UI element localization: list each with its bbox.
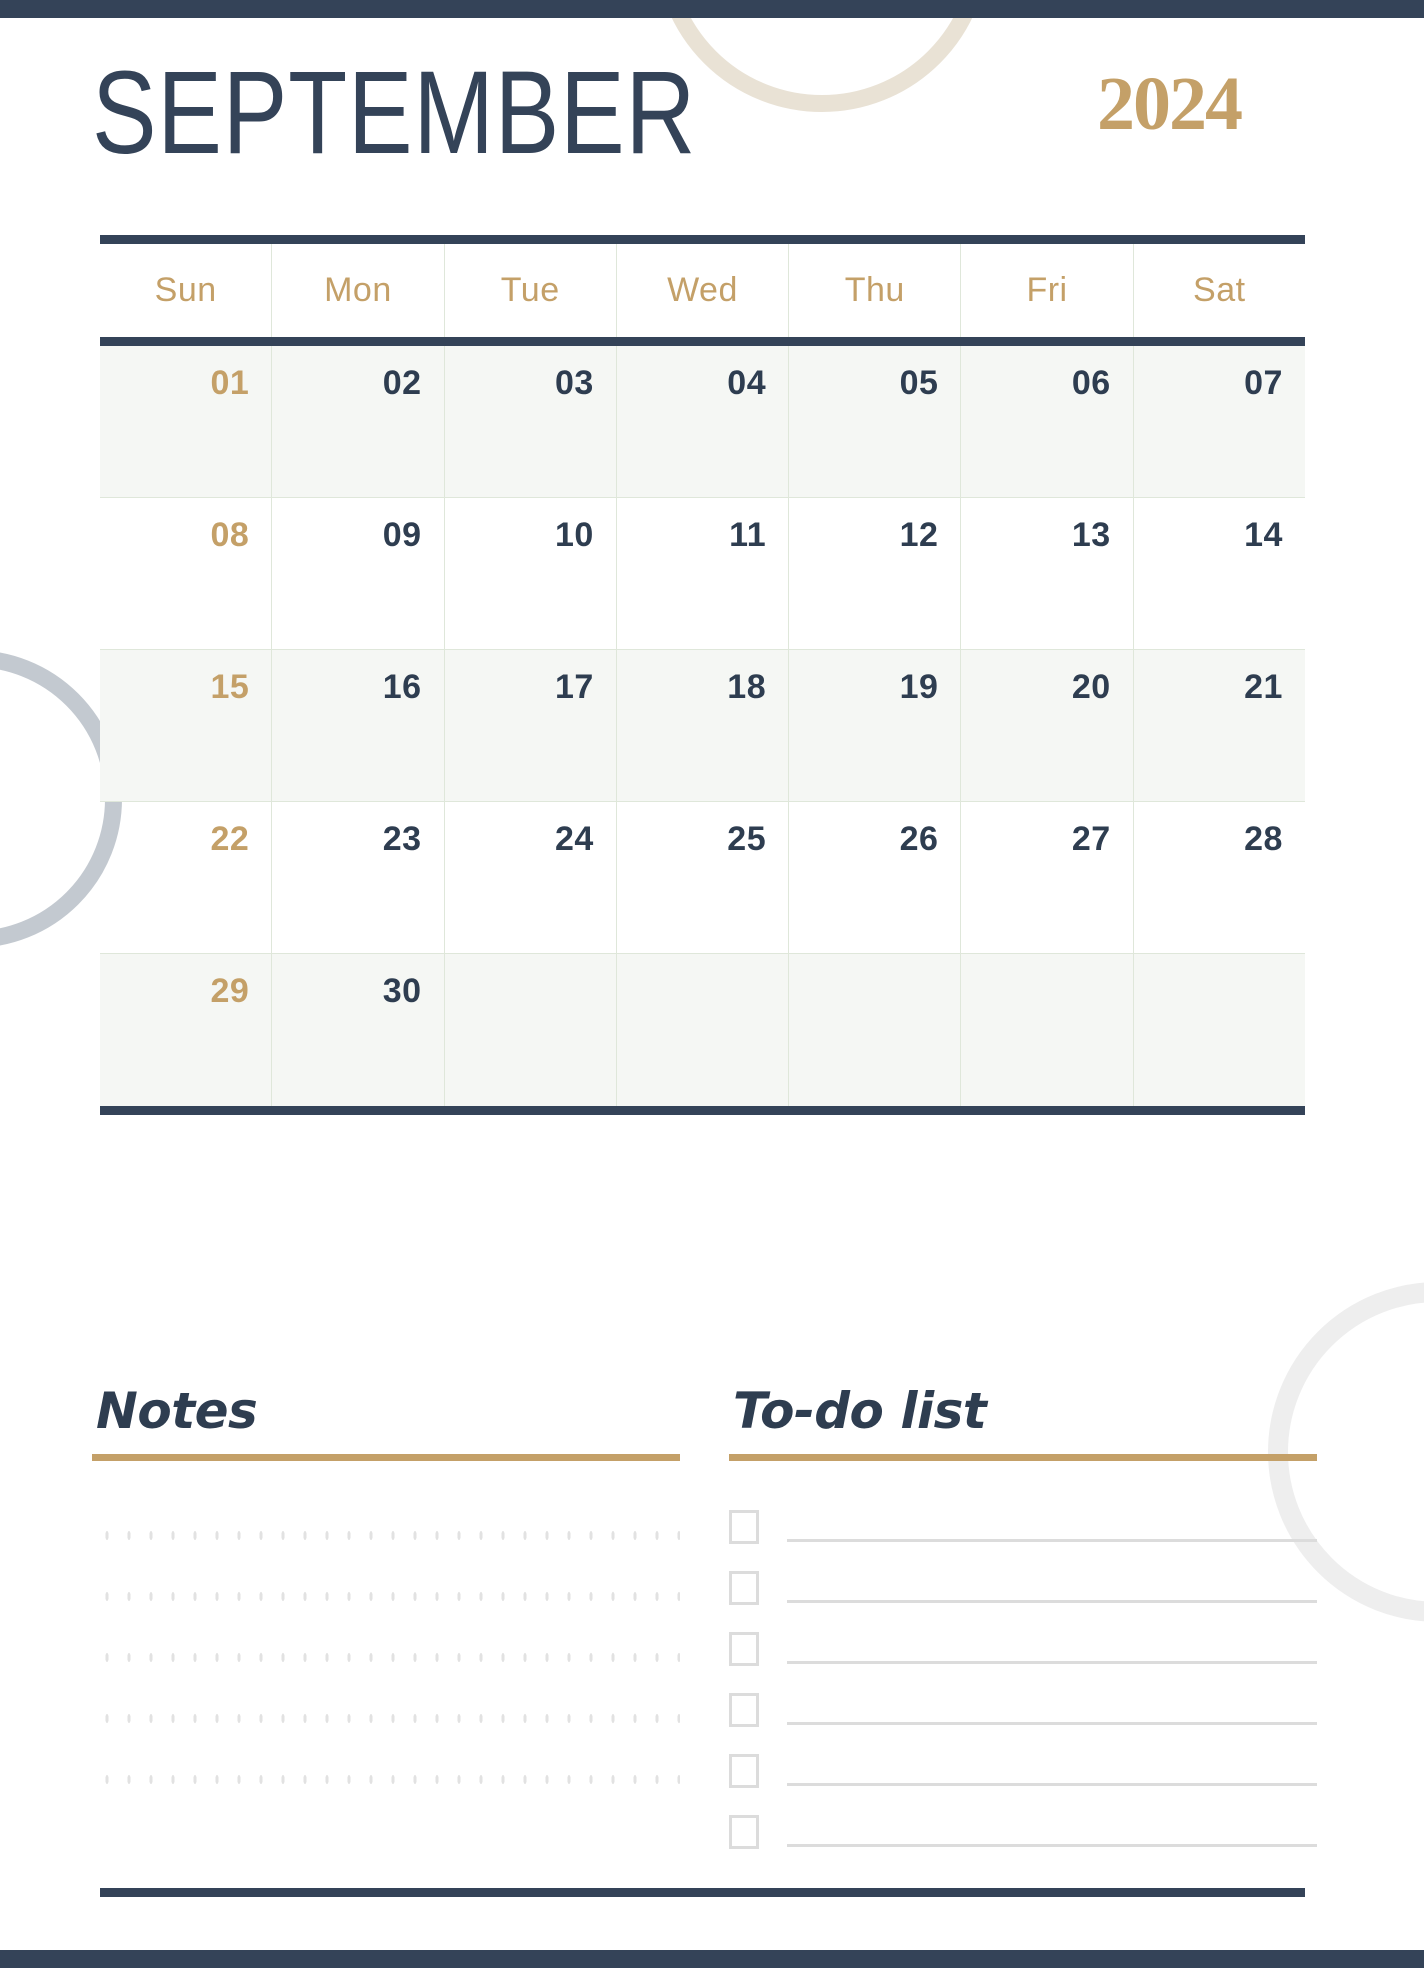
day-cell-30[interactable]: 30 — [271, 954, 443, 1106]
calendar-week-row: 15 16 17 18 19 20 21 — [100, 650, 1305, 802]
day-cell-09[interactable]: 09 — [271, 498, 444, 650]
todo-row — [729, 1483, 1317, 1544]
day-cell-22[interactable]: 22 — [100, 802, 272, 954]
notes-dotted-area[interactable] — [92, 1498, 680, 1809]
todo-row — [729, 1605, 1317, 1666]
day-cell-03[interactable]: 03 — [443, 346, 616, 498]
day-cell-25[interactable]: 25 — [615, 802, 789, 954]
todo-row — [729, 1788, 1317, 1849]
calendar-week-row: 22 23 24 25 26 27 28 — [100, 802, 1305, 954]
top-accent-bar — [0, 0, 1424, 18]
weekday-label-tue: Tue — [443, 244, 616, 337]
bottom-panels: Notes To-do list — [92, 1385, 1317, 1849]
todo-checkbox[interactable] — [729, 1570, 759, 1605]
day-cell-18[interactable]: 18 — [615, 650, 789, 802]
notes-panel: Notes — [92, 1385, 680, 1849]
todo-checkbox[interactable] — [729, 1631, 759, 1666]
todo-checkbox[interactable] — [729, 1509, 759, 1544]
day-cell-29[interactable]: 29 — [100, 954, 271, 1106]
day-cell-12[interactable]: 12 — [788, 498, 961, 650]
day-cell-04[interactable]: 04 — [615, 346, 789, 498]
day-cell-empty[interactable] — [788, 954, 960, 1106]
calendar-grid: Sun Mon Tue Wed Thu Fri Sat 01 02 03 04 05 06 07 08 09… — [100, 235, 1305, 1115]
day-cell-02[interactable]: 02 — [271, 346, 444, 498]
todo-write-line[interactable] — [787, 1538, 1317, 1542]
day-cell-06[interactable]: 06 — [960, 346, 1133, 498]
todo-panel: To-do list — [729, 1385, 1317, 1849]
todo-write-line[interactable] — [787, 1782, 1317, 1786]
day-cell-07[interactable]: 07 — [1132, 346, 1305, 498]
day-cell-17[interactable]: 17 — [443, 650, 616, 802]
day-cell-empty[interactable] — [443, 954, 616, 1106]
year-label: 2024 — [1097, 62, 1243, 146]
todo-row — [729, 1544, 1317, 1605]
month-title: SEPTEMBER — [92, 47, 697, 179]
todo-checkbox[interactable] — [729, 1692, 759, 1727]
day-cell-11[interactable]: 11 — [615, 498, 789, 650]
todo-row — [729, 1727, 1317, 1788]
todo-row — [729, 1666, 1317, 1727]
todo-write-line[interactable] — [787, 1599, 1317, 1603]
todo-checkbox[interactable] — [729, 1814, 759, 1849]
day-cell-10[interactable]: 10 — [443, 498, 616, 650]
bottom-accent-bar — [0, 1950, 1424, 1968]
weekday-label-fri: Fri — [960, 244, 1132, 337]
day-cell-28[interactable]: 28 — [1132, 802, 1305, 954]
day-cell-empty[interactable] — [1132, 954, 1305, 1106]
day-cell-empty[interactable] — [960, 954, 1132, 1106]
calendar-header: SEPTEMBER 2024 — [0, 18, 1424, 183]
day-cell-23[interactable]: 23 — [271, 802, 444, 954]
weekday-label-sat: Sat — [1132, 244, 1305, 337]
weekday-label-wed: Wed — [615, 244, 788, 337]
calendar-week-row: 01 02 03 04 05 06 07 — [100, 346, 1305, 498]
calendar-week-row: 29 30 — [100, 954, 1305, 1106]
day-cell-19[interactable]: 19 — [788, 650, 961, 802]
notes-title-underline — [92, 1453, 680, 1461]
todo-title-underline — [729, 1453, 1317, 1461]
notes-title: Notes — [96, 1382, 258, 1440]
day-cell-empty[interactable] — [615, 954, 788, 1106]
day-cell-20[interactable]: 20 — [960, 650, 1133, 802]
day-cell-01[interactable]: 01 — [100, 346, 272, 498]
bottom-divider-rule — [100, 1888, 1305, 1897]
day-cell-21[interactable]: 21 — [1132, 650, 1305, 802]
day-cell-15[interactable]: 15 — [100, 650, 272, 802]
day-cell-16[interactable]: 16 — [271, 650, 444, 802]
weekday-label-thu: Thu — [788, 244, 960, 337]
todo-checkbox[interactable] — [729, 1753, 759, 1788]
day-cell-26[interactable]: 26 — [788, 802, 961, 954]
day-cell-14[interactable]: 14 — [1132, 498, 1305, 650]
todo-write-line[interactable] — [787, 1721, 1317, 1725]
day-cell-08[interactable]: 08 — [100, 498, 272, 650]
todo-rows — [729, 1483, 1317, 1849]
weekday-label-mon: Mon — [271, 244, 443, 337]
day-cell-05[interactable]: 05 — [788, 346, 961, 498]
todo-write-line[interactable] — [787, 1843, 1317, 1847]
todo-title: To-do list — [733, 1382, 987, 1440]
calendar-weeks: 01 02 03 04 05 06 07 08 09 10 11 12 13 14 15 16 17 18 19 20… — [100, 346, 1305, 1115]
day-cell-13[interactable]: 13 — [960, 498, 1133, 650]
todo-write-line[interactable] — [787, 1660, 1317, 1664]
weekday-header-row: Sun Mon Tue Wed Thu Fri Sat — [100, 235, 1305, 346]
day-cell-27[interactable]: 27 — [960, 802, 1133, 954]
day-cell-24[interactable]: 24 — [443, 802, 616, 954]
weekday-label-sun: Sun — [154, 271, 217, 309]
calendar-week-row: 08 09 10 11 12 13 14 — [100, 498, 1305, 650]
